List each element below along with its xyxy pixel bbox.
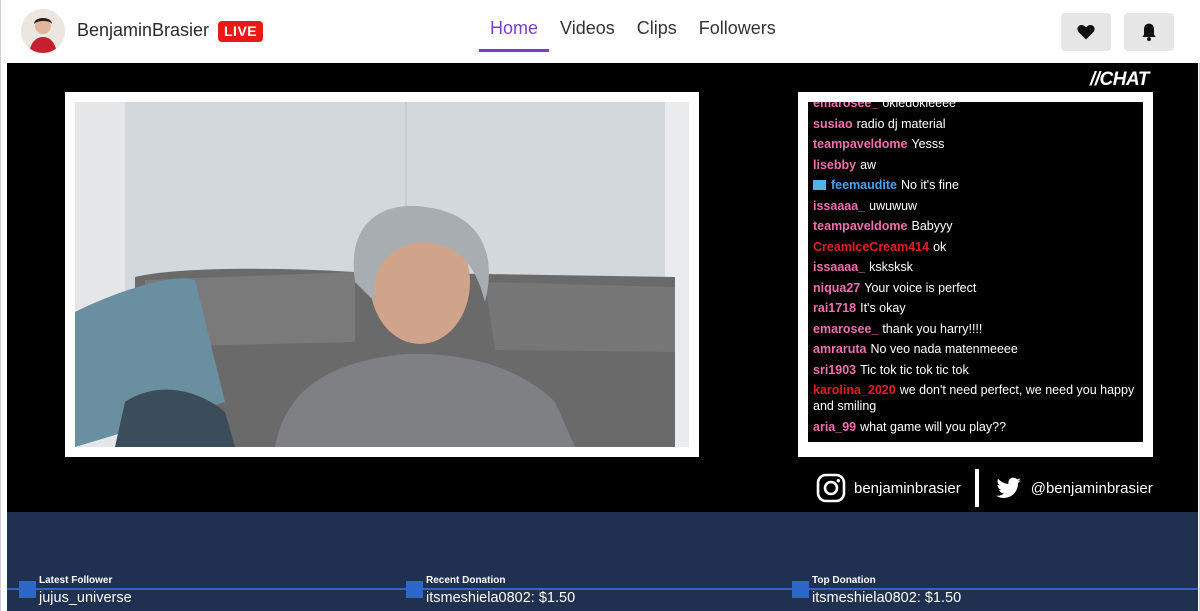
chat-username[interactable]: teampaveldome — [813, 219, 907, 233]
recent-donation-value: itsmeshiela0802: $1.50 — [426, 590, 576, 606]
chat-text: It's okay — [860, 301, 906, 315]
chat-message: teampaveldome Babyyy — [813, 218, 1137, 234]
tab-home[interactable]: Home — [479, 14, 550, 52]
chat-username[interactable]: CreamIceCream414 — [813, 240, 929, 254]
social-links: benjaminbrasier @benjaminbrasier — [816, 469, 1153, 507]
chat-list: emarosee_ okiedokieeee susiao radio dj mate… — [813, 102, 1137, 439]
twitter-handle: @benjaminbrasier — [1030, 479, 1153, 497]
chat-text: thank you harry!!!! — [882, 321, 983, 336]
instagram-handle: benjaminbrasier — [854, 479, 961, 497]
instagram-link[interactable]: benjaminbrasier — [816, 473, 961, 503]
top-donation-value: itsmeshiela0802: $1.50 — [812, 590, 962, 606]
channel-page: BenjaminBrasier LIVE Home Videos Clips F… — [0, 0, 1200, 611]
top-donation-label: Top Donation — [812, 575, 876, 586]
chat-message: emarosee_ thank you harry!!!! — [813, 321, 1137, 337]
webcam-frame — [65, 92, 699, 457]
bell-icon — [1142, 23, 1156, 41]
chat-title: //CHAT — [1090, 69, 1149, 90]
chat-message: teampaveldome Yesss — [813, 136, 1137, 152]
chat-message: CreamIceCream414 ok — [813, 239, 1137, 255]
chat-text: uwuwuw — [869, 198, 918, 213]
tab-videos[interactable]: Videos — [549, 14, 626, 52]
channel-header: BenjaminBrasier LIVE Home Videos Clips F… — [1, 0, 1200, 63]
chat-username[interactable]: karolina_2020 — [813, 383, 896, 397]
top-donation: Top Donation itsmeshiela0802: $1.50 — [792, 573, 1172, 611]
chat-text: ok — [933, 239, 947, 254]
chat-frame: emarosee_ okiedokieeee susiao radio dj mate… — [798, 92, 1153, 457]
chat-message: rai1718 It's okay — [813, 300, 1137, 316]
chat-message: aria_99 what game will you play?? — [813, 419, 1137, 435]
chat-username[interactable]: teampaveldome — [813, 137, 907, 151]
stream-player[interactable]: //CHAT emarosee_ okiedokieeee susiao radio … — [7, 63, 1198, 512]
latest-follower-value: jujus_universe — [39, 590, 132, 606]
chat-username[interactable]: emarosee_ — [813, 322, 878, 336]
follower-square-icon — [19, 581, 36, 598]
chat-text: ksksksk — [869, 260, 913, 274]
latest-follower-label: Latest Follower — [39, 575, 113, 586]
chat-text: radio dj material — [856, 116, 946, 131]
chat-text: what game will you play?? — [860, 419, 1007, 434]
chat-text: Tic tok tic tok tic tok — [860, 362, 969, 377]
chat-message: issaaaa_ ksksksk — [813, 259, 1137, 275]
webcam-video — [75, 102, 689, 447]
crown-badge-icon — [813, 180, 826, 190]
recent-donation-label: Recent Donation — [426, 575, 506, 586]
chat-message: niqua27 Your voice is perfect — [813, 280, 1137, 296]
chat-text: Your voice is perfect — [864, 280, 977, 295]
chat-message: emarosee_ okiedokieeee — [813, 102, 1137, 111]
chat-username[interactable]: feemaudite — [831, 178, 897, 192]
donation-square-icon — [406, 581, 423, 598]
chat-message: amraruta No veo nada matenmeeee — [813, 341, 1137, 357]
avatar[interactable] — [21, 9, 65, 53]
chat-text: Yesss — [911, 137, 945, 151]
chat-username[interactable]: sri1903 — [813, 363, 856, 377]
chat-username[interactable]: emarosee_ — [813, 102, 878, 110]
chat-username[interactable]: amraruta — [813, 342, 867, 356]
chat-username[interactable]: rai1718 — [813, 301, 856, 315]
chat-message: sri1903 Tic tok tic tok tic tok — [813, 362, 1137, 378]
chat-username[interactable]: issaaaa_ — [813, 260, 865, 274]
chat-box: emarosee_ okiedokieeee susiao radio dj mate… — [808, 102, 1143, 442]
chat-message: issaaaa_ uwuwuw — [813, 198, 1137, 214]
chat-text: okiedokieeee — [882, 102, 956, 110]
recent-donation: Recent Donation itsmeshiela0802: $1.50 — [406, 573, 786, 611]
chat-username[interactable]: lisebby — [813, 158, 856, 172]
channel-nav: Home Videos Clips Followers — [479, 14, 787, 54]
chat-username[interactable]: aria_99 — [813, 420, 856, 434]
notifications-button[interactable] — [1124, 13, 1174, 51]
twitter-link[interactable]: @benjaminbrasier — [993, 473, 1153, 503]
heart-icon — [1077, 24, 1095, 40]
chat-message: feemaudite No it's fine — [813, 177, 1137, 193]
live-badge: LIVE — [218, 21, 264, 42]
chat-username[interactable]: niqua27 — [813, 281, 860, 295]
top-donation-square-icon — [792, 581, 809, 598]
chat-text: No veo nada matenmeeee — [870, 342, 1018, 356]
twitter-icon — [995, 477, 1021, 498]
chat-text: No it's fine — [901, 178, 959, 192]
chat-message: karolina_2020 we don't need perfect, we n… — [813, 382, 1137, 414]
chat-text: aw — [860, 157, 877, 172]
follow-button[interactable] — [1061, 13, 1111, 51]
instagram-icon — [816, 473, 846, 503]
social-divider — [974, 469, 979, 507]
latest-follower: Latest Follower jujus_universe — [19, 573, 399, 611]
tab-followers[interactable]: Followers — [688, 14, 787, 52]
stream-info-bar: Latest Follower jujus_universe Recent Do… — [7, 512, 1198, 611]
channel-name[interactable]: BenjaminBrasier — [77, 20, 209, 41]
chat-username[interactable]: susiao — [813, 117, 853, 131]
chat-text: Babyyy — [911, 219, 953, 233]
tab-clips[interactable]: Clips — [626, 14, 688, 52]
chat-message: susiao radio dj material — [813, 116, 1137, 132]
chat-message: lisebby aw — [813, 157, 1137, 173]
chat-username[interactable]: issaaaa_ — [813, 199, 865, 213]
